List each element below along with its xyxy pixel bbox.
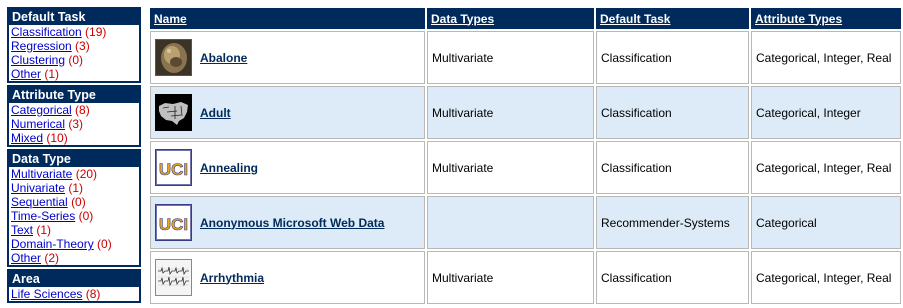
dataset-link[interactable]: Annealing xyxy=(200,161,258,175)
dataset-link[interactable]: Adult xyxy=(200,106,231,120)
filter-count: (10) xyxy=(46,131,68,145)
filter-link-numerical[interactable]: Numerical xyxy=(11,117,65,131)
column-header-data-types[interactable]: Data Types xyxy=(427,8,594,29)
column-header-default-task[interactable]: Default Task xyxy=(596,8,749,29)
filter-count: (0) xyxy=(68,53,84,67)
name-cell: Arrhythmia xyxy=(150,251,425,304)
filter-count: (0) xyxy=(71,195,86,209)
abalone-photo-icon[interactable] xyxy=(155,39,192,76)
us-map-icon[interactable] xyxy=(155,94,192,131)
default-task-cell: Classification xyxy=(596,141,749,194)
filter-link-text[interactable]: Text xyxy=(11,223,33,237)
filter-item-numerical: Numerical (3) xyxy=(9,117,139,131)
dataset-link[interactable]: Abalone xyxy=(200,51,247,65)
area-heading: Area xyxy=(9,269,139,287)
filter-count: (1) xyxy=(68,181,84,195)
data-types-cell: Multivariate xyxy=(427,141,594,194)
table-row: Arrhythmia Multivariate Classification C… xyxy=(150,251,901,304)
filter-link-univariate[interactable]: Univariate xyxy=(11,181,65,195)
filter-link-categorical[interactable]: Categorical xyxy=(11,103,72,117)
uci-logo-icon[interactable]: UCI xyxy=(155,204,192,241)
filter-item-regression: Regression (3) xyxy=(9,39,139,53)
table-row: UCI Annealing Multivariate Classificatio… xyxy=(150,141,901,194)
dataset-link[interactable]: Anonymous Microsoft Web Data xyxy=(200,216,384,230)
dataset-link[interactable]: Arrhythmia xyxy=(200,271,264,285)
default-task-heading: Default Task xyxy=(9,7,139,25)
filter-item-sequential: Sequential (0) xyxy=(9,195,139,209)
filter-count: (1) xyxy=(44,67,60,81)
filter-count: (2) xyxy=(44,251,60,265)
filter-count: (3) xyxy=(68,117,84,131)
filter-count: (20) xyxy=(75,167,98,181)
filter-item-multivariate: Multivariate (20) xyxy=(9,167,139,181)
attribute-type-filter: Attribute Type Categorical (8) Numerical… xyxy=(7,85,141,147)
filter-link-domain-theory[interactable]: Domain-Theory xyxy=(11,237,94,251)
uci-logo-icon[interactable]: UCI xyxy=(155,149,192,186)
default-task-cell: Classification xyxy=(596,251,749,304)
name-cell: UCI Anonymous Microsoft Web Data xyxy=(150,196,425,249)
data-types-cell xyxy=(427,196,594,249)
filter-item-classification: Classification (19) xyxy=(9,25,139,39)
filter-link-other-task[interactable]: Other xyxy=(11,67,41,81)
attribute-types-cell: Categorical xyxy=(751,196,901,249)
column-header-attribute-types[interactable]: Attribute Types xyxy=(751,8,901,29)
attribute-types-cell: Categorical, Integer, Real xyxy=(751,141,901,194)
filter-item-time-series: Time-Series (0) xyxy=(9,209,139,223)
data-type-heading: Data Type xyxy=(9,149,139,167)
table-header-row: Name Data Types Default Task Attribute T… xyxy=(150,8,901,29)
name-cell: UCI Annealing xyxy=(150,141,425,194)
filter-link-multivariate[interactable]: Multivariate xyxy=(11,167,72,181)
svg-text:UCI: UCI xyxy=(159,215,188,234)
filter-link-sequential[interactable]: Sequential xyxy=(11,195,68,209)
filter-count: (8) xyxy=(75,103,90,117)
table-row: Adult Multivariate Classification Catego… xyxy=(150,86,901,139)
filter-link-clustering[interactable]: Clustering xyxy=(11,53,65,67)
filter-item-domain-theory: Domain-Theory (0) xyxy=(9,237,139,251)
attribute-types-cell: Categorical, Integer xyxy=(751,86,901,139)
ecg-chart-icon[interactable] xyxy=(155,259,192,296)
name-cell: Adult xyxy=(150,86,425,139)
area-filter: Area Life Sciences (8) xyxy=(7,269,141,303)
column-header-name[interactable]: Name xyxy=(150,8,425,29)
filter-item-life-sciences: Life Sciences (8) xyxy=(9,287,139,301)
attribute-types-cell: Categorical, Integer, Real xyxy=(751,251,901,304)
filter-item-other-task: Other (1) xyxy=(9,67,139,81)
filter-link-mixed[interactable]: Mixed xyxy=(11,131,43,145)
filter-link-regression[interactable]: Regression xyxy=(11,39,72,53)
default-task-cell: Classification xyxy=(596,31,749,84)
default-task-filter: Default Task Classification (19) Regress… xyxy=(7,7,141,83)
filter-item-univariate: Univariate (1) xyxy=(9,181,139,195)
filter-item-categorical: Categorical (8) xyxy=(9,103,139,117)
filter-link-time-series[interactable]: Time-Series xyxy=(11,209,75,223)
filter-count: (1) xyxy=(36,223,52,237)
filter-item-mixed: Mixed (10) xyxy=(9,131,139,145)
filter-count: (8) xyxy=(85,287,101,301)
default-task-cell: Classification xyxy=(596,86,749,139)
filter-item-text: Text (1) xyxy=(9,223,139,237)
data-type-filter: Data Type Multivariate (20) Univariate (… xyxy=(7,149,141,267)
attribute-type-heading: Attribute Type xyxy=(9,85,139,103)
filter-count: (0) xyxy=(97,237,112,251)
table-row: UCI Anonymous Microsoft Web Data Recomme… xyxy=(150,196,901,249)
filter-link-life-sciences[interactable]: Life Sciences xyxy=(11,287,82,301)
attribute-types-cell: Categorical, Integer, Real xyxy=(751,31,901,84)
dataset-table-container: Name Data Types Default Task Attribute T… xyxy=(148,6,903,306)
svg-text:UCI: UCI xyxy=(159,160,188,179)
data-types-cell: Multivariate xyxy=(427,31,594,84)
filter-link-other-type[interactable]: Other xyxy=(11,251,41,265)
filter-count: (0) xyxy=(78,209,94,223)
filter-link-classification[interactable]: Classification xyxy=(11,25,82,39)
data-types-cell: Multivariate xyxy=(427,251,594,304)
filter-count: (3) xyxy=(75,39,90,53)
dataset-table: Name Data Types Default Task Attribute T… xyxy=(148,6,903,306)
table-row: Abalone Multivariate Classification Cate… xyxy=(150,31,901,84)
default-task-cell: Recommender-Systems xyxy=(596,196,749,249)
filter-item-clustering: Clustering (0) xyxy=(9,53,139,67)
name-cell: Abalone xyxy=(150,31,425,84)
filter-sidebar: Default Task Classification (19) Regress… xyxy=(7,7,141,305)
filter-item-other-type: Other (2) xyxy=(9,251,139,265)
data-types-cell: Multivariate xyxy=(427,86,594,139)
filter-count: (19) xyxy=(85,25,107,39)
